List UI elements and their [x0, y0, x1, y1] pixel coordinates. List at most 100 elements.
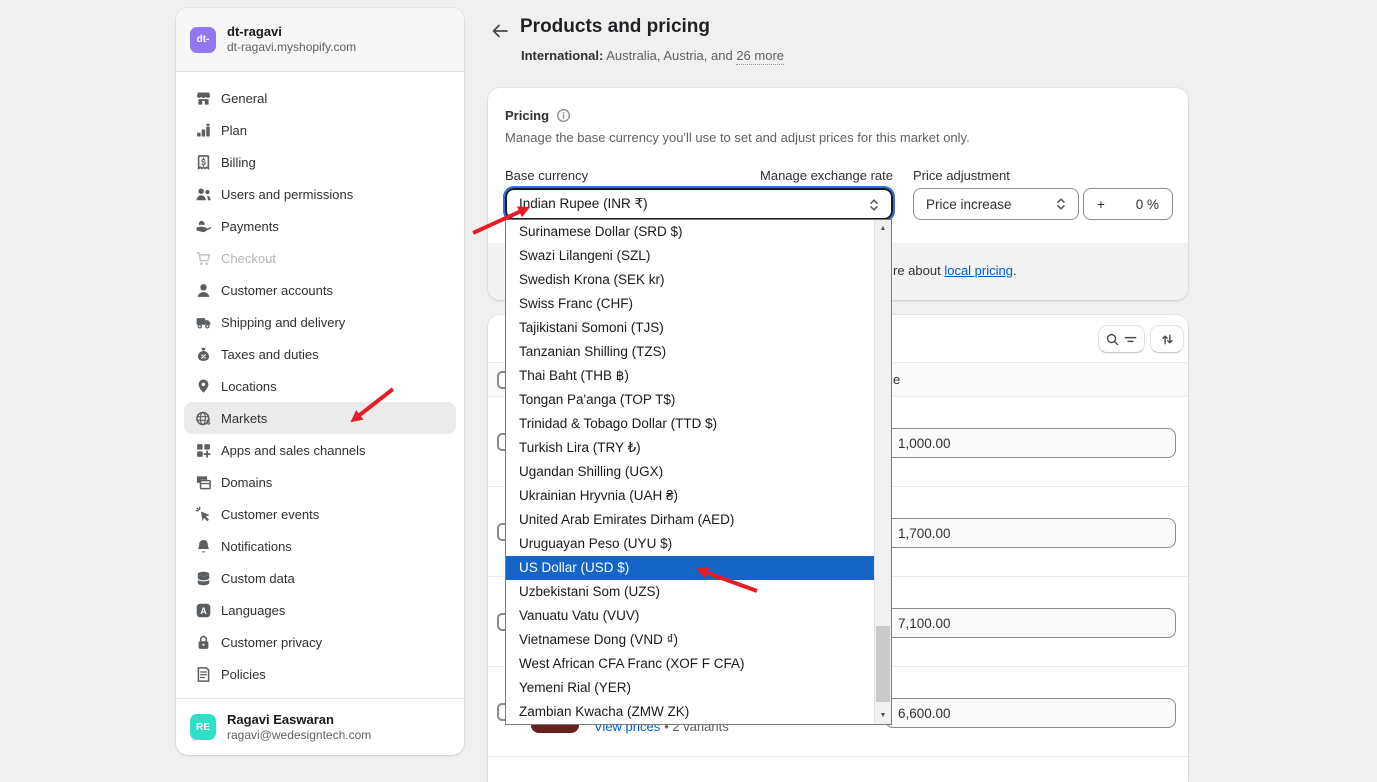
- price-input[interactable]: 1,000.00: [885, 428, 1176, 458]
- sidebar-item[interactable]: Users and permissions: [184, 178, 456, 210]
- base-currency-label: Base currency: [505, 168, 588, 183]
- dropdown-option[interactable]: Yemeni Rial (YER): [506, 676, 874, 700]
- currency-dropdown: Surinamese Dollar (SRD $) Swazi Lilangen…: [505, 219, 892, 725]
- sidebar-item[interactable]: Locations: [184, 370, 456, 402]
- user-email: ragavi@wedesigntech.com: [227, 728, 371, 743]
- price-adjustment-type-select[interactable]: Price increase: [913, 188, 1079, 220]
- svg-text:$: $: [206, 417, 211, 426]
- sort-button[interactable]: [1150, 325, 1184, 353]
- dropdown-option[interactable]: Tanzanian Shilling (TZS): [506, 340, 874, 364]
- price-column-header: e: [893, 372, 900, 387]
- local-pricing-link[interactable]: local pricing: [944, 263, 1013, 278]
- dropdown-option[interactable]: Swedish Krona (SEK kr): [506, 268, 874, 292]
- sidebar-item[interactable]: Plan: [184, 114, 456, 146]
- chevron-updown-icon: [866, 197, 882, 213]
- sidebar-item[interactable]: Billing: [184, 146, 456, 178]
- store-domain: dt-ragavi.myshopify.com: [227, 40, 356, 55]
- sidebar-item[interactable]: Custom data: [184, 562, 456, 594]
- sidebar-item[interactable]: A Languages: [184, 594, 456, 626]
- sidebar-item[interactable]: Shipping and delivery: [184, 306, 456, 338]
- languages-icon: A: [195, 602, 212, 619]
- dropdown-option[interactable]: Trinidad & Tobago Dollar (TTD $): [506, 412, 874, 436]
- dropdown-option[interactable]: Ugandan Shilling (UGX): [506, 460, 874, 484]
- dropdown-option[interactable]: Swazi Lilangeni (SZL): [506, 244, 874, 268]
- plan-chart-icon: [195, 122, 212, 139]
- sidebar-item[interactable]: Apps and sales channels: [184, 434, 456, 466]
- subtitle-countries: Australia, Austria, and: [603, 48, 736, 63]
- sidebar-item[interactable]: Policies: [184, 658, 456, 690]
- dropdown-option[interactable]: Thai Baht (THB ฿): [506, 364, 874, 388]
- page-subtitle: International: Australia, Austria, and 2…: [521, 48, 784, 63]
- adjustment-value: 0 %: [1136, 197, 1159, 212]
- sidebar-item[interactable]: Notifications: [184, 530, 456, 562]
- info-icon[interactable]: [556, 108, 571, 123]
- dropdown-option[interactable]: Surinamese Dollar (SRD $): [506, 220, 874, 244]
- scrollbar-thumb[interactable]: [876, 626, 890, 702]
- price-adjustment-percent-input[interactable]: + 0 %: [1083, 188, 1173, 220]
- sidebar-item[interactable]: Customer events: [184, 498, 456, 530]
- dropdown-option[interactable]: West African CFA Franc (XOF F CFA): [506, 652, 874, 676]
- dropdown-option[interactable]: Ukrainian Hryvnia (UAH ₴): [506, 484, 874, 508]
- manage-exchange-rate-link[interactable]: Manage exchange rate: [760, 168, 893, 183]
- sidebar-item[interactable]: Customer accounts: [184, 274, 456, 306]
- dropdown-option[interactable]: Swiss Franc (CHF): [506, 292, 874, 316]
- sidebar-item[interactable]: Domains: [184, 466, 456, 498]
- base-currency-select[interactable]: Indian Rupee (INR ₹): [505, 188, 893, 220]
- search-icon: [1105, 332, 1120, 347]
- payments-icon: [195, 218, 212, 235]
- user-avatar: RE: [190, 714, 216, 740]
- store-icon: [195, 90, 212, 107]
- database-icon: [195, 570, 212, 587]
- lock-icon: [195, 634, 212, 651]
- dropdown-option[interactable]: Zambian Kwacha (ZMW ZK): [506, 700, 874, 724]
- dropdown-option[interactable]: Uzbekistani Som (UZS): [506, 580, 874, 604]
- svg-text:A: A: [200, 605, 207, 615]
- base-currency-value: Indian Rupee (INR ₹): [519, 196, 648, 212]
- sidebar-item[interactable]: Taxes and duties: [184, 338, 456, 370]
- users-icon: [195, 186, 212, 203]
- sidebar-item[interactable]: Checkout: [184, 242, 456, 274]
- dropdown-option[interactable]: Vanuatu Vatu (VUV): [506, 604, 874, 628]
- dropdown-option[interactable]: US Dollar (USD $): [506, 556, 874, 580]
- dropdown-option[interactable]: Turkish Lira (TRY ₺): [506, 436, 874, 460]
- pricing-description: Manage the base currency you'll use to s…: [505, 130, 970, 145]
- adjustment-sign: +: [1097, 197, 1105, 212]
- bell-icon: [195, 538, 212, 555]
- filter-icon: [1123, 332, 1138, 347]
- dropdown-option[interactable]: Vietnamese Dong (VND ₫): [506, 628, 874, 652]
- currency-options: Surinamese Dollar (SRD $) Swazi Lilangen…: [506, 220, 874, 724]
- scroll-up-icon[interactable]: ▲: [875, 220, 891, 237]
- search-filter-button[interactable]: [1098, 325, 1145, 353]
- sidebar-item[interactable]: $ Markets: [184, 402, 456, 434]
- dropdown-option[interactable]: Tongan Pa'anga (TOP T$): [506, 388, 874, 412]
- sidebar-item[interactable]: General: [184, 82, 456, 114]
- store-avatar: dt-: [190, 27, 216, 53]
- more-countries-link[interactable]: 26 more: [736, 48, 784, 65]
- sidebar-item[interactable]: Payments: [184, 210, 456, 242]
- pricing-card-title: Pricing: [505, 108, 549, 123]
- price-input[interactable]: 1,700.00: [885, 518, 1176, 548]
- dropdown-option[interactable]: Tajikistani Somoni (TJS): [506, 316, 874, 340]
- user-account[interactable]: RE Ragavi Easwaran ragavi@wedesigntech.c…: [176, 698, 464, 755]
- domains-icon: [195, 474, 212, 491]
- store-header[interactable]: dt- dt-ragavi dt-ragavi.myshopify.com: [176, 8, 464, 72]
- price-input[interactable]: 7,100.00: [885, 608, 1176, 638]
- sidebar-item[interactable]: Customer privacy: [184, 626, 456, 658]
- globe-dollar-icon: $: [195, 410, 212, 427]
- dropdown-option[interactable]: United Arab Emirates Dirham (AED): [506, 508, 874, 532]
- note-fragment: re about: [893, 263, 944, 278]
- billing-receipt-icon: [195, 154, 212, 171]
- back-arrow-icon[interactable]: [490, 21, 510, 41]
- price-adjustment-label: Price adjustment: [913, 168, 1010, 183]
- apps-icon: [195, 442, 212, 459]
- store-name: dt-ragavi: [227, 24, 356, 40]
- local-pricing-note: re about local pricing.: [893, 263, 1017, 278]
- dropdown-scrollbar[interactable]: ▲ ▼: [874, 220, 891, 724]
- shopify-settings-page: dt- dt-ragavi dt-ragavi.myshopify.com Ge…: [0, 0, 1377, 782]
- chevron-updown-icon: [1053, 196, 1069, 212]
- scroll-down-icon[interactable]: ▼: [875, 707, 891, 724]
- cursor-click-icon: [195, 506, 212, 523]
- sort-icon: [1160, 332, 1175, 347]
- price-input[interactable]: 6,600.00: [885, 698, 1176, 728]
- dropdown-option[interactable]: Uruguayan Peso (UYU $): [506, 532, 874, 556]
